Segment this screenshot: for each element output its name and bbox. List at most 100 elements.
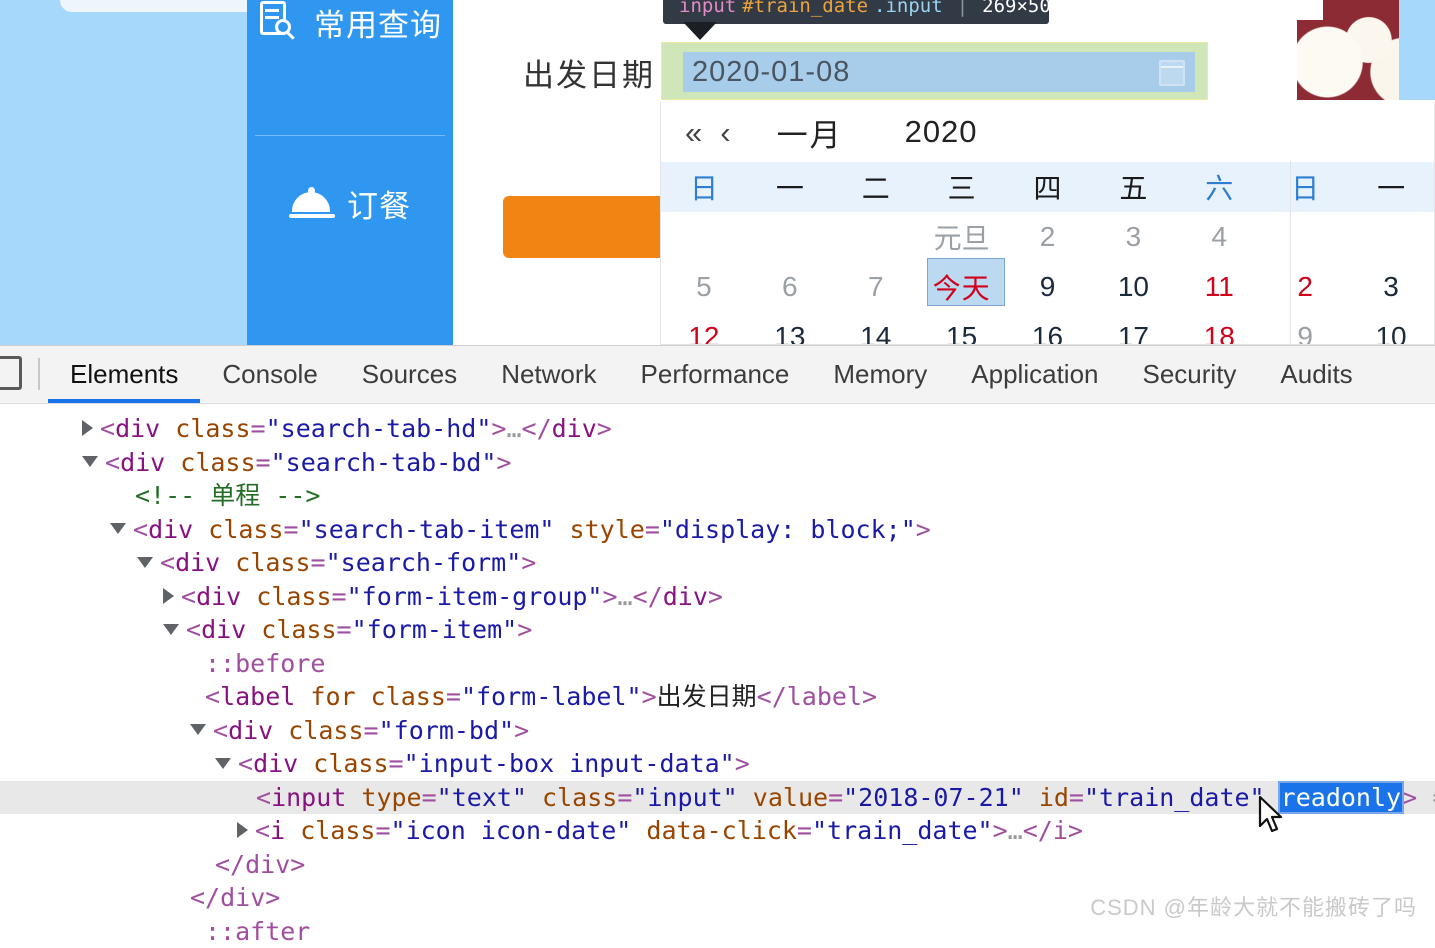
tab-security[interactable]: Security <box>1121 345 1259 403</box>
weekday-tue: 二 <box>833 167 919 207</box>
collapse-triangle-icon[interactable] <box>137 557 153 568</box>
expand-triangle-icon[interactable] <box>82 420 93 436</box>
attr-value: "display: block;" <box>660 515 916 544</box>
expand-triangle-icon[interactable] <box>237 822 248 838</box>
attr-name: class <box>313 749 388 778</box>
dom-node-search-form[interactable]: <div class="search-form"> <box>0 546 1435 580</box>
day-cell[interactable]: 17 <box>1090 321 1176 345</box>
day-cell[interactable]: 7 <box>833 271 919 303</box>
day-cell[interactable]: 2 <box>1005 221 1091 253</box>
collapse-triangle-icon[interactable] <box>190 724 206 735</box>
day-cell[interactable]: 18 <box>1176 321 1262 345</box>
mangosteen-photo <box>1297 0 1435 100</box>
day-cell-next[interactable]: 9 <box>1262 321 1348 345</box>
day-cell[interactable]: 11 <box>1176 271 1262 303</box>
sidebar-item-label: 订餐 <box>347 181 411 226</box>
tab-elements[interactable]: Elements <box>48 345 200 403</box>
dom-node-before-pseudo[interactable]: ::before <box>0 647 1435 681</box>
prev-month-button[interactable]: ‹ <box>720 117 730 148</box>
dom-node-form-bd[interactable]: <div class="form-bd"> <box>0 714 1435 748</box>
attr-value: "form-item-group" <box>347 582 603 611</box>
day-cell-next[interactable]: 3 <box>1348 271 1434 303</box>
tab-audits[interactable]: Audits <box>1258 345 1374 403</box>
collapse-triangle-icon[interactable] <box>215 758 231 769</box>
day-cell[interactable]: 6 <box>747 271 833 303</box>
attr-name: class <box>180 448 255 477</box>
tab-network[interactable]: Network <box>479 345 618 403</box>
attr-name: class <box>288 716 363 745</box>
tab-console[interactable]: Console <box>200 345 339 403</box>
collapse-triangle-icon[interactable] <box>82 456 98 467</box>
attr-value: "train_date" <box>812 816 993 845</box>
sidebar-item-common-query[interactable]: 常用查询 <box>247 0 453 135</box>
search-doc-icon <box>258 1 302 45</box>
day-cell[interactable]: 12 <box>661 321 747 345</box>
expand-triangle-icon[interactable] <box>163 588 174 604</box>
closing-tag: </div> <box>215 850 305 879</box>
calendar-icon[interactable] <box>1159 60 1185 86</box>
day-cell[interactable]: 5 <box>661 271 747 303</box>
comment-text: <!-- 单程 --> <box>135 481 320 510</box>
dom-node-label[interactable]: <label for class="form-label">出发日期</labe… <box>0 680 1435 714</box>
datepicker-grid: 元旦 2 3 4 5 6 7 今天 9 10 11 2 3 12 13 <box>661 212 1434 345</box>
attr-value: "input-box input-data" <box>404 749 735 778</box>
page-background-notch <box>60 0 250 12</box>
devtools-tab-bar: Elements Console Sources Network Perform… <box>48 345 1375 403</box>
attr-value: "icon icon-date" <box>391 816 632 845</box>
day-cell[interactable]: 4 <box>1176 221 1262 253</box>
day-cell-newyear[interactable]: 元旦 <box>919 217 1005 257</box>
day-cell[interactable]: 16 <box>1005 321 1091 345</box>
tooltip-tag-name: input <box>679 0 736 17</box>
tag-name: div <box>201 615 246 644</box>
datepicker-panel-divider <box>1290 160 1291 345</box>
tooltip-dimensions: 269×50 <box>982 0 1049 17</box>
dom-node-comment[interactable]: <!-- 单程 --> <box>0 479 1435 513</box>
dom-node-search-tab-item[interactable]: <div class="search-tab-item" style="disp… <box>0 513 1435 547</box>
day-cell[interactable]: 9 <box>1005 271 1091 303</box>
dom-node-form-item-group[interactable]: <div class="form-item-group">…</div> <box>0 580 1435 614</box>
dom-node-close-div-1[interactable]: </div> <box>0 848 1435 882</box>
day-cell-next[interactable]: 10 <box>1348 321 1434 345</box>
tooltip-separator: | <box>957 0 968 17</box>
device-toolbar-icon[interactable] <box>0 356 22 390</box>
collapse-triangle-icon[interactable] <box>163 624 179 635</box>
weekday-fri: 五 <box>1090 167 1176 207</box>
collapse-triangle-icon[interactable] <box>110 523 126 534</box>
sidebar-item-meal-order[interactable]: 订餐 <box>247 135 453 272</box>
tab-sources[interactable]: Sources <box>340 345 479 403</box>
dom-node-icon-date[interactable]: <i class="icon icon-date" data-click="tr… <box>0 814 1435 848</box>
search-submit-button[interactable] <box>503 196 663 258</box>
dom-node-search-tab-hd[interactable]: <div class="search-tab-hd">…</div> <box>0 412 1435 446</box>
day-cell[interactable]: 13 <box>747 321 833 345</box>
dom-node-input-selected[interactable]: <input type="text" class="input" value="… <box>0 781 1435 815</box>
tag-name: label <box>220 682 295 711</box>
day-cell[interactable]: 10 <box>1090 271 1176 303</box>
datepicker-popup[interactable]: « ‹ 一月 2020 日 一 二 三 四 五 六 日 一 元旦 2 3 4 <box>660 102 1435 345</box>
attr-name: class <box>208 515 283 544</box>
attr-name: value <box>753 783 828 812</box>
day-cell[interactable]: 14 <box>833 321 919 345</box>
train-date-input[interactable]: 2020-01-08 <box>683 52 1195 92</box>
tab-application[interactable]: Application <box>949 345 1120 403</box>
tag-name: i <box>270 816 285 845</box>
attr-value: "text" <box>437 783 527 812</box>
tab-memory[interactable]: Memory <box>811 345 949 403</box>
tab-performance[interactable]: Performance <box>619 345 812 403</box>
collapsed-ellipsis: … <box>1008 816 1023 845</box>
collapsed-ellipsis: … <box>618 582 633 611</box>
day-cell[interactable]: 15 <box>919 321 1005 345</box>
selected-readonly-attribute[interactable]: readonly <box>1280 783 1402 812</box>
bell-icon <box>289 187 335 221</box>
dom-node-input-box[interactable]: <div class="input-box input-data"> <box>0 747 1435 781</box>
weekday-sun: 日 <box>661 167 747 207</box>
datepicker-week-row: 元旦 2 3 4 <box>661 212 1434 262</box>
prev-year-button[interactable]: « <box>685 117 702 148</box>
day-cell-today[interactable]: 今天 <box>919 267 1005 307</box>
dom-node-form-item[interactable]: <div class="form-item"> <box>0 613 1435 647</box>
dom-node-search-tab-bd[interactable]: <div class="search-tab-bd"> <box>0 446 1435 480</box>
day-cell-next[interactable]: 2 <box>1262 271 1348 303</box>
weekday-thu: 四 <box>1005 167 1091 207</box>
datepicker-header: « ‹ 一月 2020 <box>661 102 1434 162</box>
day-cell[interactable]: 3 <box>1090 221 1176 253</box>
attr-name: class <box>371 682 446 711</box>
